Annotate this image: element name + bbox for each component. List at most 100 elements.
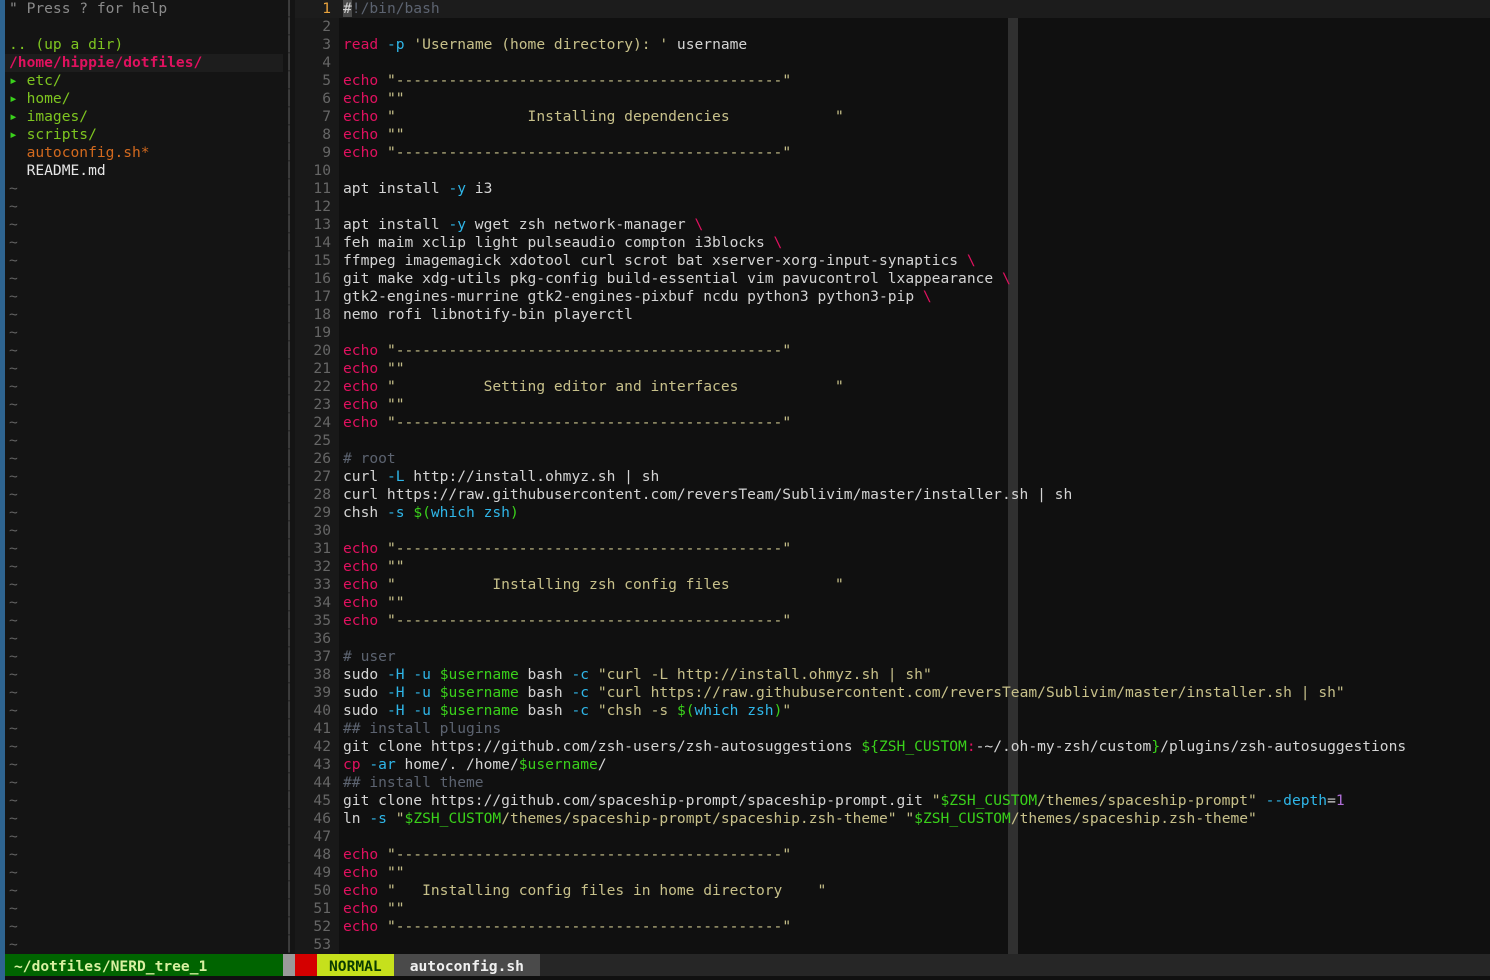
code-line[interactable]: 15 ffmpeg imagemagick xdotool curl scrot …	[295, 252, 1490, 270]
nerdtree-cwd-row[interactable]: /home/hippie/dotfiles/	[5, 54, 283, 72]
line-content[interactable]: echo "----------------------------------…	[339, 342, 791, 360]
code-line[interactable]: 22 echo " Setting editor and interfaces "	[295, 378, 1490, 396]
nerdtree-pane[interactable]: " Press ? for help .. (up a dir) /home/h…	[0, 0, 283, 954]
code-line[interactable]: 44 ## install theme	[295, 774, 1490, 792]
code-line[interactable]: 31 echo "--------------------------------…	[295, 540, 1490, 558]
line-content[interactable]: echo "----------------------------------…	[339, 612, 791, 630]
nerdtree-item-scripts[interactable]: ▸ scripts/	[5, 126, 283, 144]
line-content[interactable]: echo ""	[339, 558, 405, 576]
code-line[interactable]: 20 echo "--------------------------------…	[295, 342, 1490, 360]
code-line[interactable]: 12	[295, 198, 1490, 216]
code-line[interactable]: 30	[295, 522, 1490, 540]
line-content[interactable]	[339, 18, 352, 36]
line-content[interactable]: apt install -y wget zsh network-manager …	[339, 216, 703, 234]
code-line[interactable]: 21 echo ""	[295, 360, 1490, 378]
line-content[interactable]: curl https://raw.githubusercontent.com/r…	[339, 486, 1072, 504]
line-content[interactable]: ## install plugins	[339, 720, 501, 738]
code-line[interactable]: 1 #!/bin/bash	[295, 0, 1490, 18]
line-content[interactable]: git clone https://github.com/spaceship-p…	[339, 792, 1345, 810]
code-line[interactable]: 33 echo " Installing zsh config files "	[295, 576, 1490, 594]
nerdtree-item-etc[interactable]: ▸ etc/	[5, 72, 283, 90]
line-content[interactable]: nemo rofi libnotify-bin playerctl	[339, 306, 633, 324]
line-content[interactable]: sudo -H -u $username bash -c "curl -L ht…	[339, 666, 932, 684]
line-content[interactable]: echo "----------------------------------…	[339, 918, 791, 936]
line-content[interactable]: ln -s "$ZSH_CUSTOM/themes/spaceship-prom…	[339, 810, 1257, 828]
code-line[interactable]: 41 ## install plugins	[295, 720, 1490, 738]
code-line[interactable]: 11 apt install -y i3	[295, 180, 1490, 198]
code-line[interactable]: 50 echo " Installing config files in home…	[295, 882, 1490, 900]
line-content[interactable]: curl -L http://install.ohmyz.sh | sh	[339, 468, 659, 486]
code-line[interactable]: 14 feh maim xclip light pulseaudio compto…	[295, 234, 1490, 252]
line-content[interactable]: sudo -H -u $username bash -c "chsh -s $(…	[339, 702, 791, 720]
line-content[interactable]	[339, 936, 352, 954]
line-content[interactable]: echo ""	[339, 360, 405, 378]
line-content[interactable]: echo "----------------------------------…	[339, 540, 791, 558]
code-line[interactable]: 3 read -p 'Username (home directory): ' u…	[295, 36, 1490, 54]
line-content[interactable]: echo "----------------------------------…	[339, 846, 791, 864]
line-content[interactable]: echo ""	[339, 396, 405, 414]
line-content[interactable]: chsh -s $(which zsh)	[339, 504, 519, 522]
line-content[interactable]: echo "----------------------------------…	[339, 72, 791, 90]
code-line[interactable]: 46 ln -s "$ZSH_CUSTOM/themes/spaceship-pr…	[295, 810, 1490, 828]
line-content[interactable]: read -p 'Username (home directory): ' us…	[339, 36, 747, 54]
code-line[interactable]: 40 sudo -H -u $username bash -c "chsh -s …	[295, 702, 1490, 720]
line-content[interactable]: apt install -y i3	[339, 180, 492, 198]
code-line[interactable]: 26 # root	[295, 450, 1490, 468]
line-content[interactable]	[339, 630, 352, 648]
code-line[interactable]: 8 echo ""	[295, 126, 1490, 144]
line-content[interactable]: echo " Setting editor and interfaces "	[339, 378, 844, 396]
code-line[interactable]: 45 git clone https://github.com/spaceship…	[295, 792, 1490, 810]
code-line[interactable]: 25	[295, 432, 1490, 450]
line-content[interactable]	[339, 432, 352, 450]
code-line[interactable]: 35 echo "--------------------------------…	[295, 612, 1490, 630]
code-line[interactable]: 9 echo "---------------------------------…	[295, 144, 1490, 162]
line-content[interactable]: echo ""	[339, 90, 405, 108]
code-line[interactable]: 6 echo ""	[295, 90, 1490, 108]
code-line[interactable]: 17 gtk2-engines-murrine gtk2-engines-pixb…	[295, 288, 1490, 306]
nerdtree-item-images[interactable]: ▸ images/	[5, 108, 283, 126]
line-content[interactable]	[339, 198, 352, 216]
code-line[interactable]: 27 curl -L http://install.ohmyz.sh | sh	[295, 468, 1490, 486]
line-content[interactable]: ffmpeg imagemagick xdotool curl scrot ba…	[339, 252, 976, 270]
line-content[interactable]: git make xdg-utils pkg-config build-esse…	[339, 270, 1011, 288]
code-line[interactable]: 24 echo "--------------------------------…	[295, 414, 1490, 432]
nerdtree-item-home[interactable]: ▸ home/	[5, 90, 283, 108]
line-content[interactable]	[339, 828, 352, 846]
code-line[interactable]: 28 curl https://raw.githubusercontent.com…	[295, 486, 1490, 504]
code-line[interactable]: 10	[295, 162, 1490, 180]
line-content[interactable]: echo " Installing dependencies "	[339, 108, 844, 126]
code-line[interactable]: 16 git make xdg-utils pkg-config build-es…	[295, 270, 1490, 288]
code-line[interactable]: 13 apt install -y wget zsh network-manage…	[295, 216, 1490, 234]
line-content[interactable]: echo ""	[339, 594, 405, 612]
line-content[interactable]: git clone https://github.com/zsh-users/z…	[339, 738, 1406, 756]
nerdtree-item-readme-md[interactable]: README.md	[5, 162, 283, 180]
code-line[interactable]: 32 echo ""	[295, 558, 1490, 576]
code-line[interactable]: 47	[295, 828, 1490, 846]
line-content[interactable]: echo "----------------------------------…	[339, 144, 791, 162]
line-content[interactable]: #!/bin/bash	[339, 0, 440, 18]
line-content[interactable]: echo ""	[339, 900, 405, 918]
code-line[interactable]: 39 sudo -H -u $username bash -c "curl htt…	[295, 684, 1490, 702]
line-content[interactable]: feh maim xclip light pulseaudio compton …	[339, 234, 782, 252]
line-content[interactable]: echo ""	[339, 864, 405, 882]
line-content[interactable]	[339, 324, 352, 342]
code-line[interactable]: 42 git clone https://github.com/zsh-users…	[295, 738, 1490, 756]
code-line[interactable]: 2	[295, 18, 1490, 36]
code-line[interactable]: 52 echo "--------------------------------…	[295, 918, 1490, 936]
line-content[interactable]: # user	[339, 648, 396, 666]
line-content[interactable]: cp -ar home/. /home/$username/	[339, 756, 607, 774]
code-line[interactable]: 43 cp -ar home/. /home/$username/	[295, 756, 1490, 774]
code-line[interactable]: 36	[295, 630, 1490, 648]
code-line[interactable]: 19	[295, 324, 1490, 342]
editor-pane[interactable]: 1 #!/bin/bash 2 3 read -p 'Username (home d…	[295, 0, 1490, 954]
code-line[interactable]: 18 nemo rofi libnotify-bin playerctl	[295, 306, 1490, 324]
line-content[interactable]: # root	[339, 450, 396, 468]
vertical-split-separator[interactable]: │ │ │ │ │ │ │ │ │ │ │ │ │ │ │ │ │ │ │ │ │ │ │ │ │ │ │ │ │ │ │ │ │ │ │ │ │ │ │ │…	[283, 0, 295, 954]
code-line[interactable]: 51 echo ""	[295, 900, 1490, 918]
code-line[interactable]: 34 echo ""	[295, 594, 1490, 612]
line-content[interactable]: ## install theme	[339, 774, 484, 792]
line-content[interactable]: echo ""	[339, 126, 405, 144]
code-line[interactable]: 37 # user	[295, 648, 1490, 666]
line-content[interactable]: echo " Installing zsh config files "	[339, 576, 844, 594]
code-line[interactable]: 29 chsh -s $(which zsh)	[295, 504, 1490, 522]
